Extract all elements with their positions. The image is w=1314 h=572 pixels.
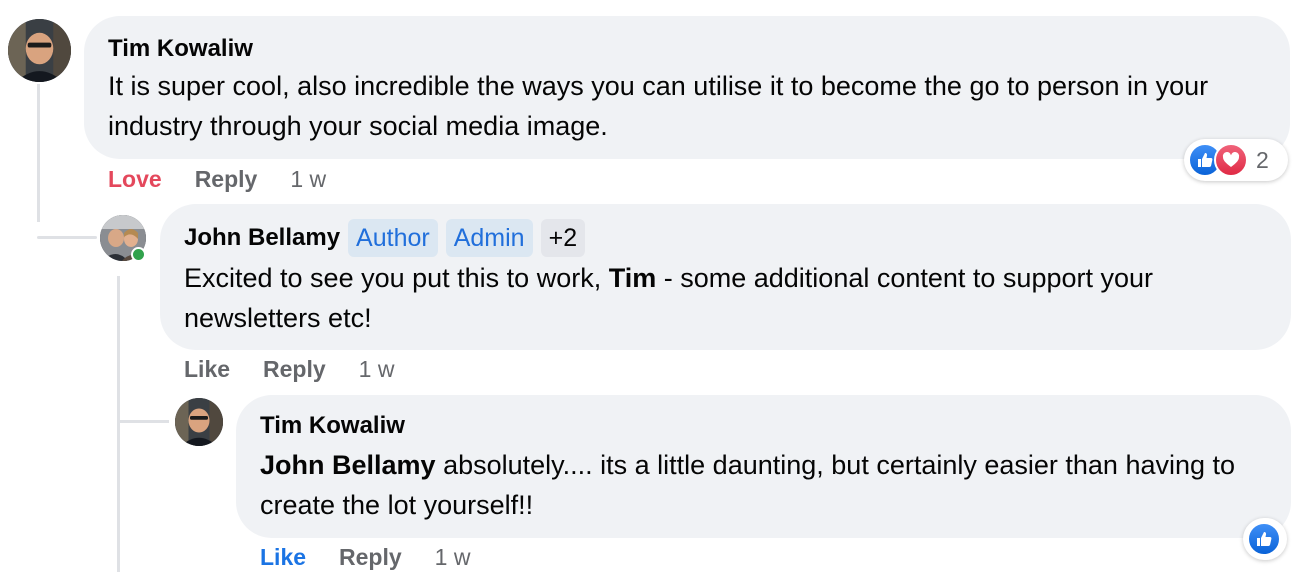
reply-button[interactable]: Reply (339, 544, 402, 571)
comment-actions: Love Reply 1 w (108, 164, 326, 194)
reply-button[interactable]: Reply (195, 166, 258, 193)
like-button[interactable]: Like (184, 356, 230, 383)
thread-line (37, 236, 97, 239)
comment-bubble: Tim Kowaliw John Bellamy absolutely.... … (236, 395, 1291, 538)
timestamp[interactable]: 1 w (290, 166, 326, 193)
mention-link[interactable]: Tim (609, 263, 657, 293)
comment-text: John Bellamy absolutely.... its a little… (260, 445, 1267, 525)
reaction-summary[interactable] (1243, 518, 1287, 560)
author-name[interactable]: John Bellamy (184, 224, 340, 252)
author-badge[interactable]: Author (348, 219, 438, 257)
timestamp[interactable]: 1 w (435, 544, 471, 571)
comment-bubble: Tim Kowaliw It is super cool, also incre… (84, 16, 1290, 159)
author-name[interactable]: Tim Kowaliw (260, 412, 405, 440)
mention-link[interactable]: John Bellamy (260, 450, 436, 480)
comment-text-part: Excited to see you put this to work, (184, 263, 609, 293)
avatar[interactable] (8, 19, 71, 82)
timestamp[interactable]: 1 w (359, 356, 395, 383)
thread-line (117, 420, 169, 423)
reaction-count: 2 (1256, 146, 1269, 173)
reply-button[interactable]: Reply (263, 356, 326, 383)
love-icon (1214, 143, 1248, 177)
thread-line (117, 276, 120, 572)
reaction-summary[interactable]: 2 (1184, 139, 1288, 181)
avatar[interactable] (175, 398, 223, 446)
thread-line (37, 84, 40, 222)
love-button[interactable]: Love (108, 166, 162, 193)
comment-actions: Like Reply 1 w (184, 354, 394, 384)
admin-badge[interactable]: Admin (445, 219, 533, 257)
comment-bubble: John Bellamy Author Admin +2 Excited to … (160, 204, 1291, 350)
online-status-dot (131, 247, 146, 262)
author-name[interactable]: Tim Kowaliw (108, 35, 253, 63)
comment-thread: Tim Kowaliw It is super cool, also incre… (0, 0, 1314, 572)
like-button[interactable]: Like (260, 544, 306, 571)
comment-actions: Like Reply 1 w (260, 542, 470, 572)
comment-text: It is super cool, also incredible the wa… (108, 71, 1209, 141)
like-icon (1247, 522, 1281, 556)
comment-text: Excited to see you put this to work, Tim… (184, 258, 1267, 338)
more-badges[interactable]: +2 (540, 219, 586, 257)
